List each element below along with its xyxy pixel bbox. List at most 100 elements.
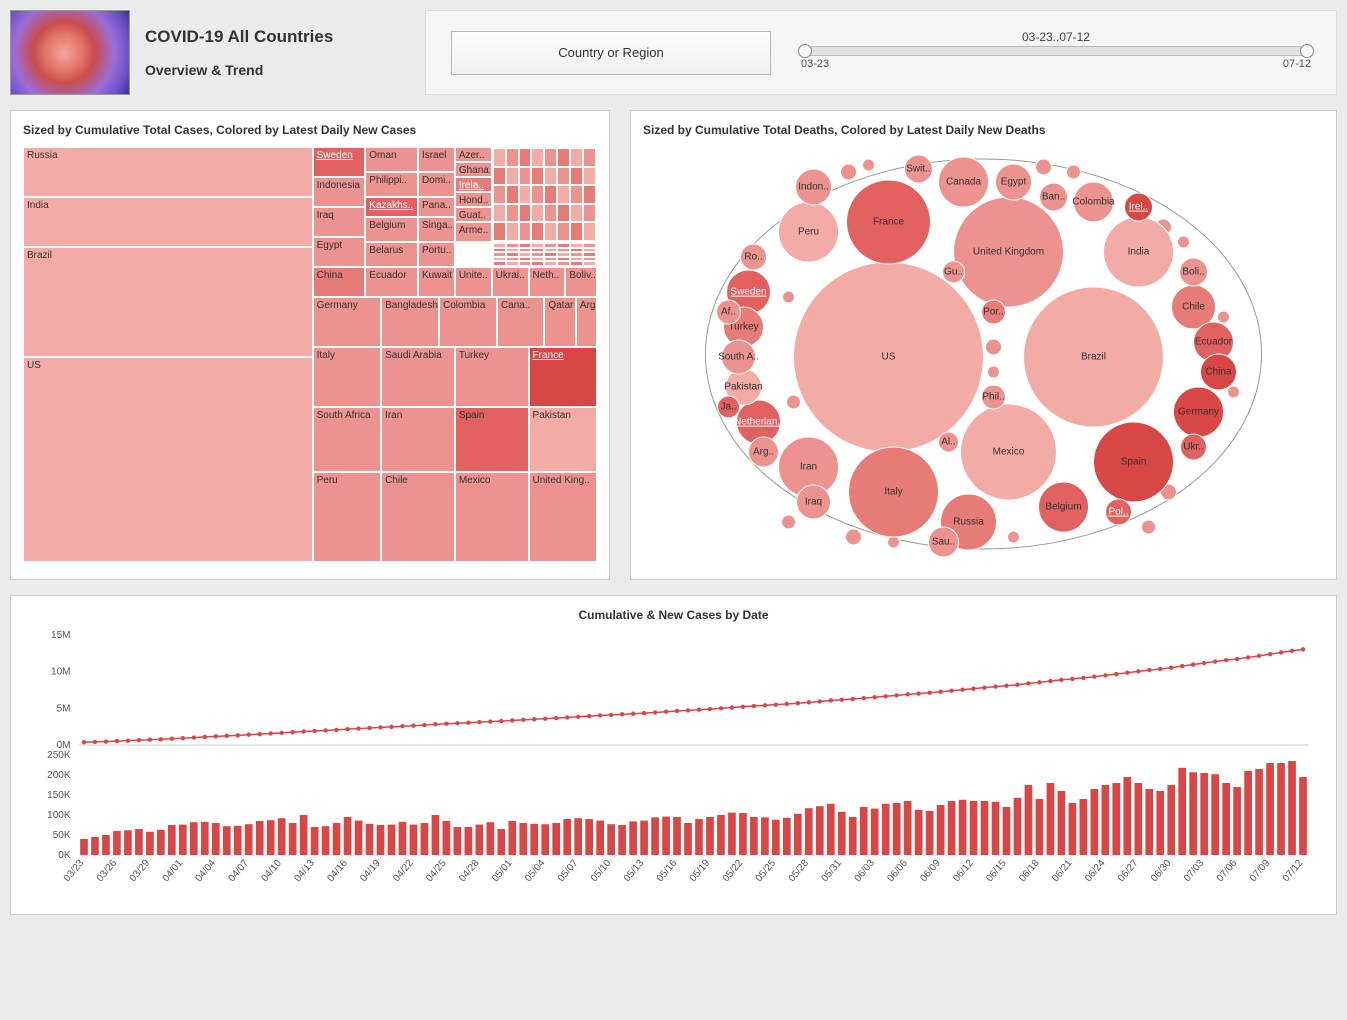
bar[interactable]: [959, 800, 967, 855]
bar[interactable]: [1211, 774, 1219, 855]
bar[interactable]: [377, 825, 385, 855]
treemap-cell[interactable]: Mexico: [455, 472, 529, 562]
bar[interactable]: [1277, 763, 1285, 855]
bar[interactable]: [915, 810, 923, 855]
bar[interactable]: [1025, 785, 1033, 855]
combo-chart[interactable]: 0M5M10M15M0K50K100K150K200K250K03/2303/2…: [23, 630, 1324, 895]
treemap-cell[interactable]: India: [23, 197, 313, 247]
bar[interactable]: [827, 804, 835, 855]
treemap-cell[interactable]: Chile: [381, 472, 455, 562]
treemap-cell[interactable]: Iran: [381, 407, 455, 472]
bar[interactable]: [728, 813, 736, 855]
treemap-cell[interactable]: Kazakhs..: [365, 197, 418, 217]
bar[interactable]: [432, 815, 440, 855]
bar[interactable]: [739, 813, 747, 855]
bar[interactable]: [519, 823, 527, 855]
bar[interactable]: [278, 818, 286, 855]
bar[interactable]: [794, 814, 802, 855]
bar[interactable]: [300, 815, 308, 855]
treemap-cell[interactable]: Germany: [313, 297, 381, 347]
bar[interactable]: [596, 821, 604, 855]
bar[interactable]: [443, 821, 451, 855]
bar[interactable]: [1233, 787, 1241, 855]
bar[interactable]: [563, 819, 571, 855]
treemap-cell[interactable]: Italy: [313, 347, 381, 407]
bar[interactable]: [706, 817, 714, 855]
bar[interactable]: [256, 821, 264, 855]
bar[interactable]: [717, 815, 725, 855]
treemap-cell[interactable]: Peru: [313, 472, 381, 562]
treemap-cell[interactable]: Singa..: [418, 217, 455, 242]
bar[interactable]: [607, 824, 615, 855]
bar[interactable]: [618, 825, 626, 855]
treemap-cell[interactable]: Pakistan: [529, 407, 597, 472]
bar[interactable]: [585, 819, 593, 855]
bar[interactable]: [1244, 771, 1252, 855]
bar[interactable]: [135, 829, 143, 855]
bar[interactable]: [1091, 789, 1099, 855]
bar[interactable]: [541, 824, 549, 855]
treemap-cell[interactable]: Colombia: [439, 297, 497, 347]
treemap-cell[interactable]: Brazil: [23, 247, 313, 357]
treemap-cell[interactable]: Qatar: [544, 297, 576, 347]
treemap-cell[interactable]: China: [313, 267, 366, 297]
bar[interactable]: [355, 821, 363, 855]
treemap-chart[interactable]: RussiaIndiaBrazilUSSwedenIndonesiaIraqEg…: [23, 147, 597, 562]
bar[interactable]: [179, 825, 187, 855]
bar[interactable]: [1047, 783, 1055, 855]
treemap-cell[interactable]: United King..: [529, 472, 597, 562]
bar[interactable]: [871, 809, 879, 855]
bar[interactable]: [91, 837, 99, 855]
bar[interactable]: [882, 804, 890, 855]
bar[interactable]: [684, 823, 692, 855]
bar[interactable]: [1003, 807, 1011, 855]
date-slider[interactable]: 03-23..07-12 03-23 07-12: [801, 30, 1311, 75]
bar[interactable]: [1189, 772, 1197, 855]
bar[interactable]: [948, 801, 956, 855]
bar[interactable]: [530, 824, 538, 855]
treemap-cell[interactable]: Domi..: [418, 172, 455, 197]
bar[interactable]: [497, 829, 505, 855]
treemap-cell[interactable]: Saudi Arabia: [381, 347, 455, 407]
treemap-cell[interactable]: Guat..: [455, 207, 492, 222]
bar[interactable]: [366, 824, 374, 855]
treemap-cell[interactable]: Israel: [418, 147, 455, 172]
treemap-cell[interactable]: Boliv..: [565, 267, 597, 297]
treemap-cell[interactable]: US: [23, 357, 313, 562]
bar[interactable]: [454, 827, 462, 855]
country-region-button[interactable]: Country or Region: [451, 31, 771, 75]
bubble-chart[interactable]: USBrazilUnited KingdomMexicoItalyFranceS…: [643, 147, 1324, 562]
bar[interactable]: [1080, 799, 1088, 855]
treemap-cell[interactable]: Belarus: [365, 242, 418, 267]
bar[interactable]: [1014, 798, 1022, 855]
bar[interactable]: [80, 839, 88, 855]
treemap-cell[interactable]: South Africa: [313, 407, 381, 472]
bar[interactable]: [816, 806, 824, 855]
treemap-cell[interactable]: Ukrai..: [492, 267, 529, 297]
bar[interactable]: [410, 825, 418, 855]
bar[interactable]: [102, 835, 110, 855]
treemap-cell[interactable]: Ecuador: [365, 267, 418, 297]
bar[interactable]: [1156, 791, 1164, 855]
bar[interactable]: [772, 820, 780, 855]
treemap-cell[interactable]: Kuwait: [418, 267, 455, 297]
bar[interactable]: [245, 824, 253, 855]
bar[interactable]: [311, 827, 319, 855]
bar[interactable]: [399, 822, 407, 855]
bar[interactable]: [1288, 761, 1296, 855]
bar[interactable]: [838, 812, 846, 855]
bar[interactable]: [1145, 789, 1153, 855]
bar[interactable]: [1101, 785, 1109, 855]
treemap-cell[interactable]: Sweden: [313, 147, 366, 177]
bar[interactable]: [783, 818, 791, 855]
bar[interactable]: [1266, 763, 1274, 855]
bar[interactable]: [1200, 773, 1208, 855]
treemap-cell[interactable]: Ghana: [455, 162, 492, 177]
bar[interactable]: [201, 822, 209, 855]
bar[interactable]: [421, 823, 429, 855]
bar[interactable]: [574, 818, 582, 855]
bar[interactable]: [267, 820, 275, 855]
bar[interactable]: [981, 801, 989, 855]
bar[interactable]: [1123, 777, 1131, 855]
treemap-cell[interactable]: Neth..: [529, 267, 566, 297]
